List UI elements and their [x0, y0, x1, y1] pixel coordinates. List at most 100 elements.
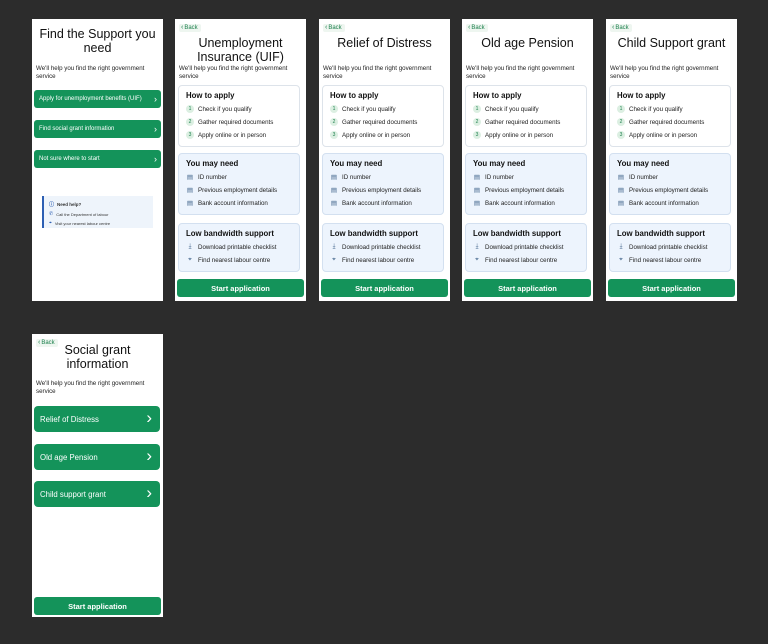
start-application-button[interactable]: Start application	[608, 279, 735, 297]
need-item: ▤ ID number	[473, 173, 514, 182]
chevron-right-icon: ›	[154, 124, 157, 134]
chevron-left-icon: ‹	[325, 24, 328, 31]
option-apply-uif-button[interactable]: Apply for unemployment benefits (UIF) ›	[34, 90, 161, 108]
start-application-button[interactable]: Start application	[34, 597, 161, 615]
document-icon: ▤	[617, 187, 625, 194]
you-may-need-card: You may need ▤ ID number ▤ Previous employ…	[465, 153, 587, 215]
step-number: 2	[330, 118, 338, 126]
page-title: Old age Pension	[481, 36, 574, 50]
help-call-link[interactable]: ✆ Call the Department of labour	[49, 211, 153, 217]
download-icon: ⤓	[188, 243, 192, 250]
find-labour-centre-link[interactable]: ⌖ Find nearest labour centre	[617, 256, 701, 264]
page-subtitle: We'll help you find the right government…	[323, 65, 432, 80]
option-old-age-pension-button[interactable]: Old age Pension ›	[34, 444, 160, 470]
how-to-apply-card: How to apply 1 Check if you qualify 2 Gath…	[178, 85, 300, 147]
you-may-need-card: You may need ▤ ID number ▤ Previous employ…	[178, 153, 300, 215]
download-checklist-link[interactable]: ⤓ Download printable checklist	[186, 243, 277, 251]
step-item: 2 Gather required documents	[473, 118, 560, 126]
how-to-apply-card: How to apply 1 Check if you qualify 2 Gath…	[609, 85, 731, 147]
info-icon: ⓘ	[49, 202, 55, 208]
document-icon: ▤	[330, 200, 338, 207]
need-item: ▤ ID number	[186, 173, 227, 182]
low-bandwidth-card: Low bandwidth support ⤓ Download printabl…	[178, 223, 300, 272]
low-bandwidth-card: Low bandwidth support ⤓ Download printabl…	[465, 223, 587, 272]
social-grant-screen: ‹ Back Social grant information We'll hel…	[32, 334, 163, 617]
download-checklist-link[interactable]: ⤓ Download printable checklist	[473, 243, 564, 251]
need-item: ▤ Previous employment details	[473, 186, 565, 195]
relief-of-distress-screen: ‹ Back Relief of Distress We'll help you …	[319, 19, 450, 301]
step-item: 1 Check if you qualify	[617, 105, 683, 113]
you-may-need-card: You may need ▤ ID number ▤ Previous employ…	[322, 153, 444, 215]
need-item: ▤ ID number	[617, 173, 658, 182]
step-item: 1 Check if you qualify	[186, 105, 252, 113]
chevron-right-icon: ›	[146, 446, 152, 465]
need-item: ▤ Previous employment details	[617, 186, 709, 195]
option-social-grant-button[interactable]: Find social grant information ›	[34, 120, 161, 138]
document-icon: ▤	[186, 187, 194, 194]
find-labour-centre-link[interactable]: ⌖ Find nearest labour centre	[186, 256, 270, 264]
phone-icon: ✆	[49, 211, 54, 217]
chevron-right-icon: ›	[154, 94, 157, 104]
download-icon: ⤓	[619, 243, 623, 250]
start-application-button[interactable]: Start application	[321, 279, 448, 297]
document-icon: ▤	[330, 187, 338, 194]
download-checklist-link[interactable]: ⤓ Download printable checklist	[330, 243, 421, 251]
card-heading: How to apply	[186, 91, 235, 100]
back-button[interactable]: ‹ Back	[179, 24, 201, 32]
uif-screen: ‹ Back Unemployment Insurance (UIF) We'll…	[175, 19, 306, 301]
need-item: ▤ ID number	[330, 173, 371, 182]
chevron-right-icon: ›	[154, 154, 157, 164]
page-title: Social grant information	[64, 343, 131, 371]
back-button[interactable]: ‹ Back	[323, 24, 345, 32]
download-checklist-link[interactable]: ⤓ Download printable checklist	[617, 243, 708, 251]
location-pin-icon: ⌖	[475, 256, 479, 263]
low-bandwidth-card: Low bandwidth support ⤓ Download printabl…	[609, 223, 731, 272]
home-screen: Find the Support you need We'll help you…	[32, 19, 163, 301]
download-icon: ⤓	[475, 243, 479, 250]
card-heading: Low bandwidth support	[330, 229, 418, 238]
step-number: 2	[473, 118, 481, 126]
document-icon: ▤	[186, 174, 194, 181]
step-number: 3	[330, 131, 338, 139]
start-application-button[interactable]: Start application	[177, 279, 304, 297]
document-icon: ▤	[617, 174, 625, 181]
card-heading: Low bandwidth support	[617, 229, 705, 238]
page-title: Find the Support you need	[39, 27, 156, 55]
page-title: Child Support grant	[617, 36, 726, 50]
help-visit-link[interactable]: ⌖ Visit your nearest labour centre	[49, 220, 153, 226]
back-button[interactable]: ‹ Back	[466, 24, 488, 32]
card-heading: You may need	[617, 159, 670, 168]
chevron-left-icon: ‹	[181, 24, 184, 31]
chevron-right-icon: ›	[146, 483, 152, 502]
step-item: 1 Check if you qualify	[473, 105, 539, 113]
document-icon: ▤	[473, 200, 481, 207]
back-button[interactable]: ‹ Back	[610, 24, 632, 32]
child-support-grant-screen: ‹ Back Child Support grant We'll help you…	[606, 19, 737, 301]
page-subtitle: We'll help you find the right government…	[179, 65, 288, 80]
document-icon: ▤	[473, 174, 481, 181]
low-bandwidth-card: Low bandwidth support ⤓ Download printabl…	[322, 223, 444, 272]
document-icon: ▤	[617, 200, 625, 207]
option-child-support-grant-button[interactable]: Child support grant ›	[34, 481, 160, 507]
step-number: 2	[617, 118, 625, 126]
step-number: 1	[473, 105, 481, 113]
step-item: 3 Apply online or in person	[473, 131, 553, 139]
step-number: 2	[186, 118, 194, 126]
card-heading: How to apply	[473, 91, 522, 100]
old-age-pension-screen: ‹ Back Old age Pension We'll help you fin…	[462, 19, 593, 301]
page-subtitle: We'll help you find the right government…	[36, 65, 145, 80]
chevron-left-icon: ‹	[612, 24, 615, 31]
find-labour-centre-link[interactable]: ⌖ Find nearest labour centre	[330, 256, 414, 264]
option-relief-of-distress-button[interactable]: Relief of Distress ›	[34, 406, 160, 432]
start-application-button[interactable]: Start application	[464, 279, 591, 297]
card-heading: You may need	[473, 159, 526, 168]
need-item: ▤ Bank account information	[617, 199, 699, 208]
page-subtitle: We'll help you find the right government…	[610, 65, 719, 80]
how-to-apply-card: How to apply 1 Check if you qualify 2 Gath…	[465, 85, 587, 147]
option-not-sure-button[interactable]: Not sure where to start ›	[34, 150, 161, 168]
help-panel: ⓘ Need help? ✆ Call the Department of labo…	[42, 196, 153, 228]
location-pin-icon: ⌖	[332, 256, 336, 263]
page-subtitle: We'll help you find the right government…	[36, 380, 145, 395]
find-labour-centre-link[interactable]: ⌖ Find nearest labour centre	[473, 256, 557, 264]
step-number: 3	[186, 131, 194, 139]
